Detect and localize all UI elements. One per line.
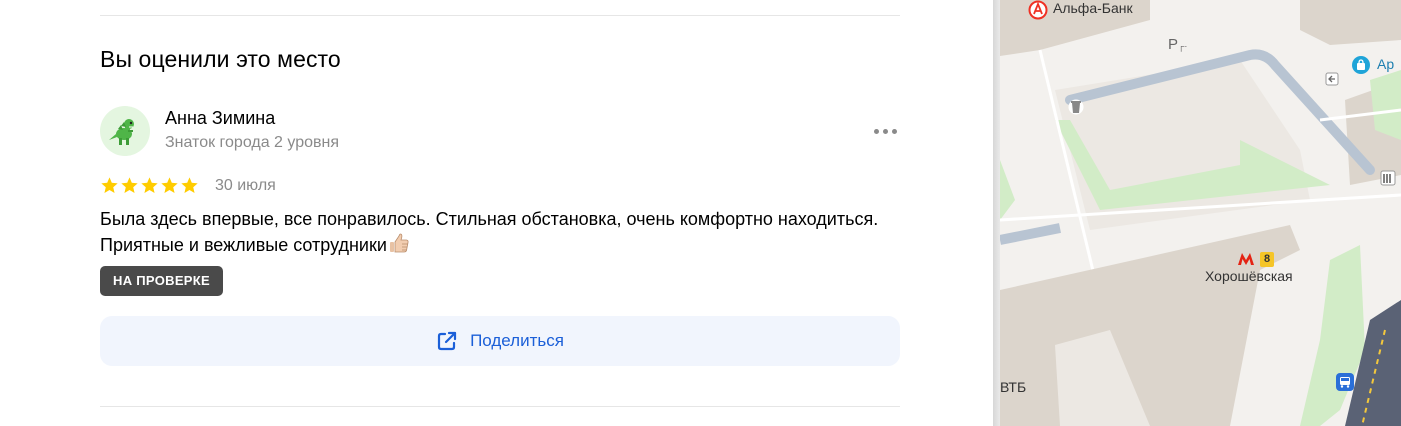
review-date: 30 июля	[215, 177, 276, 194]
trash-icon[interactable]	[1068, 97, 1084, 117]
more-dot-icon	[882, 128, 888, 134]
map-label-parking: Р	[1168, 36, 1179, 53]
map-canvas	[1000, 0, 1401, 426]
dinosaur-icon	[109, 119, 134, 145]
bus-stop-icon[interactable]	[1335, 372, 1355, 392]
author-name[interactable]: Анна Зимина	[165, 108, 275, 129]
map-label-vtb[interactable]: ВТБ	[1000, 379, 1026, 395]
status-badge: НА ПРОВЕРКЕ	[100, 266, 223, 296]
divider	[100, 406, 900, 407]
star-icon	[100, 176, 119, 195]
metro-line-badge: 8	[1260, 252, 1274, 267]
star-icon	[120, 176, 139, 195]
more-dot-icon	[873, 128, 879, 134]
entrance-icon[interactable]	[1325, 72, 1339, 86]
review-text-body: Была здесь впервые, все понравилось. Сти…	[100, 209, 879, 255]
star-rating	[100, 176, 199, 195]
parking-icon[interactable]: Р┌·	[1168, 36, 1187, 53]
share-button[interactable]: Поделиться	[100, 316, 900, 366]
shop-icon[interactable]	[1351, 55, 1371, 75]
review-text: Была здесь впервые, все понравилось. Сти…	[100, 206, 880, 261]
map-label-alfa-bank[interactable]: Альфа-Банк	[1053, 0, 1133, 16]
divider	[100, 15, 900, 16]
more-dot-icon	[891, 128, 897, 134]
share-icon	[437, 331, 457, 351]
barrier-icon[interactable]	[1380, 168, 1396, 188]
alfa-bank-icon[interactable]	[1028, 0, 1048, 20]
map-label-metro-station[interactable]: Хорошёвская	[1205, 268, 1293, 284]
parking-marker-icon: ┌·	[1178, 41, 1188, 51]
page: Вы оценили это место Анна Зимина Знаток …	[0, 0, 1401, 426]
review-panel: Вы оценили это место Анна Зимина Знаток …	[0, 0, 995, 426]
metro-icon[interactable]	[1236, 250, 1256, 268]
share-label: Поделиться	[470, 331, 564, 350]
more-options-button[interactable]	[868, 120, 902, 142]
map[interactable]: Альфа-Банк Р┌· Ар 8 Хорошёвская ВТБ	[1000, 0, 1401, 426]
avatar[interactable]	[100, 106, 150, 156]
metro-line-number: 8	[1263, 253, 1271, 265]
section-title: Вы оценили это место	[100, 46, 341, 72]
star-icon	[160, 176, 179, 195]
star-icon	[140, 176, 159, 195]
star-icon	[180, 176, 199, 195]
author-level: Знаток города 2 уровня	[165, 134, 340, 151]
thumbs-up-icon	[388, 232, 410, 261]
map-label-shop[interactable]: Ар	[1377, 56, 1394, 72]
